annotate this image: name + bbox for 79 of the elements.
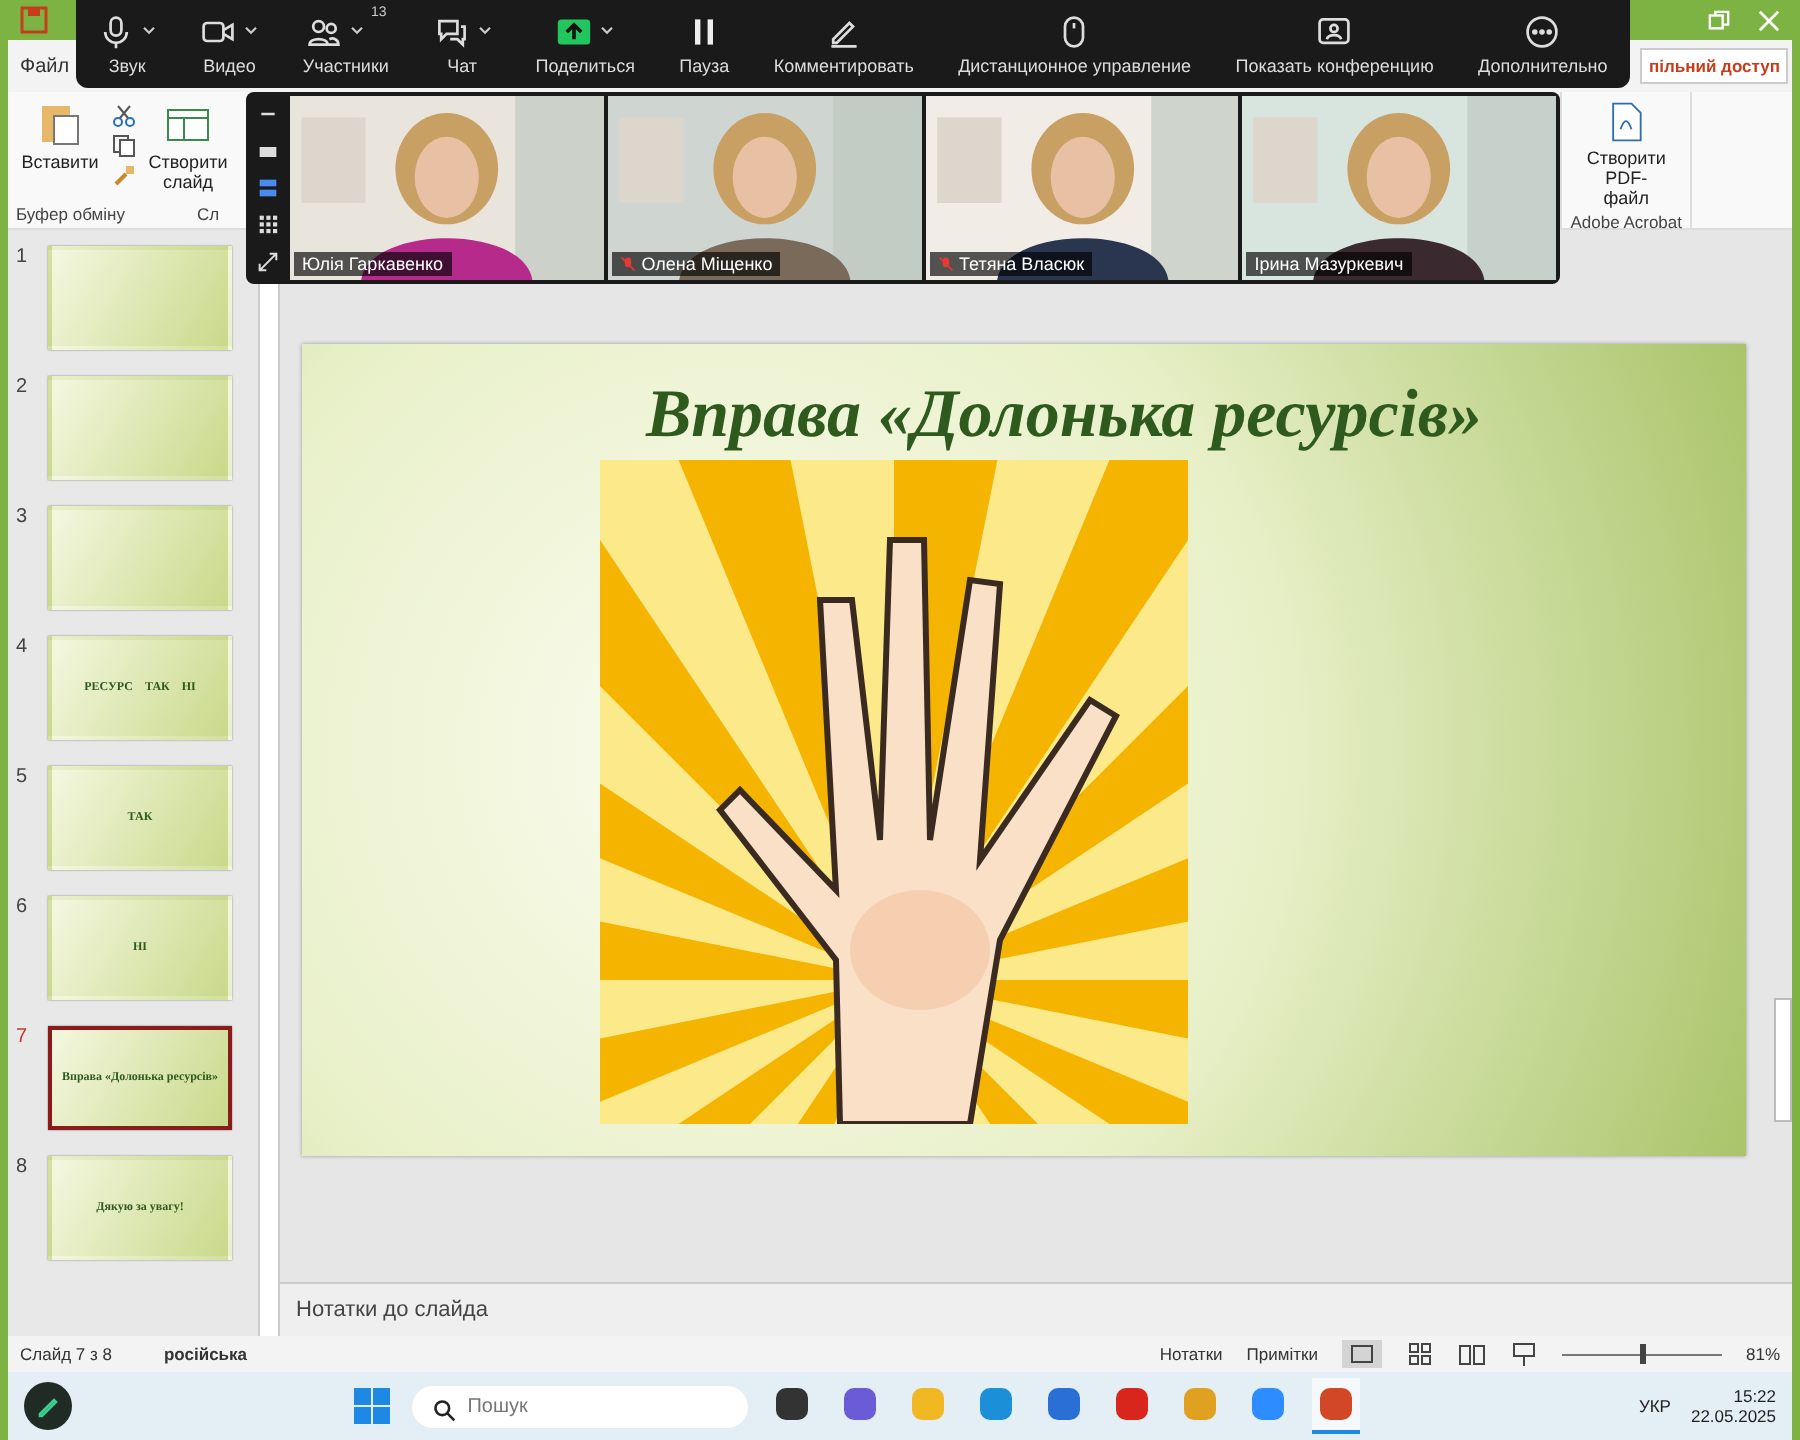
book-icon[interactable] bbox=[1457, 1340, 1486, 1368]
pen-button[interactable] bbox=[24, 1382, 72, 1430]
caret-icon[interactable] bbox=[600, 26, 615, 36]
toolbar-button[interactable]: Дистанционное управление bbox=[958, 13, 1192, 75]
slide-thumbnail[interactable] bbox=[48, 376, 232, 480]
slide-number: 6 bbox=[16, 896, 30, 922]
scrollbar-thumb[interactable] bbox=[1774, 998, 1792, 1122]
search-icon bbox=[431, 1397, 456, 1421]
slide-thumbnail[interactable] bbox=[48, 246, 232, 350]
slide-number: 1 bbox=[16, 246, 30, 272]
slide-thumbnail[interactable] bbox=[48, 506, 232, 610]
slide-number: 8 bbox=[16, 1156, 30, 1182]
normal-view-icon[interactable] bbox=[1341, 1340, 1382, 1368]
paste-button[interactable]: Вставити bbox=[16, 96, 104, 196]
caret-icon[interactable] bbox=[349, 26, 364, 36]
scrollbar[interactable] bbox=[258, 282, 278, 1336]
slide-number: 5 bbox=[16, 766, 30, 792]
toolbar-button[interactable]: Звук bbox=[98, 13, 157, 75]
caret-icon[interactable] bbox=[244, 26, 259, 36]
time-text: 15:22 bbox=[1733, 1386, 1777, 1406]
toolbar-button[interactable]: Поделиться bbox=[535, 13, 635, 75]
clipboard-icon bbox=[36, 100, 84, 148]
grid-view-icon[interactable] bbox=[1405, 1340, 1434, 1368]
app-icon bbox=[771, 1384, 812, 1424]
toolbar-button[interactable]: Дополнительно bbox=[1478, 13, 1608, 75]
toolbar-button[interactable]: Показать конференцию bbox=[1235, 13, 1434, 75]
strip-view-icon[interactable] bbox=[258, 177, 278, 198]
notes-button[interactable]: Нотатки bbox=[1159, 1344, 1223, 1364]
search-field[interactable]: Пошук bbox=[411, 1385, 748, 1427]
share-button[interactable]: пільний доступ bbox=[1640, 48, 1788, 84]
windows-logo-icon[interactable] bbox=[351, 1386, 392, 1426]
app-icon bbox=[1111, 1384, 1152, 1424]
toolbar-button[interactable]: Чат bbox=[433, 13, 492, 75]
date-text: 22.05.2025 bbox=[1690, 1406, 1777, 1426]
person-frame-icon bbox=[1316, 13, 1353, 49]
comments-button[interactable]: Примітки bbox=[1246, 1344, 1318, 1364]
file-tab[interactable]: Файл bbox=[20, 55, 70, 77]
caret-icon[interactable] bbox=[477, 26, 492, 36]
create-pdf-button[interactable]: Створити PDF-файл bbox=[1582, 96, 1671, 212]
slider-thumb[interactable] bbox=[1639, 1344, 1646, 1364]
single-view-icon[interactable] bbox=[258, 141, 278, 162]
toolbar-button[interactable]: Пауза bbox=[679, 13, 730, 75]
presenter-icon[interactable] bbox=[1509, 1340, 1538, 1368]
new-slide-button[interactable]: Створити слайд bbox=[144, 96, 232, 196]
clock[interactable]: 15:22 22.05.2025 bbox=[1690, 1386, 1777, 1426]
language-label[interactable]: російська bbox=[163, 1344, 248, 1364]
language-indicator[interactable]: УКР bbox=[1638, 1396, 1671, 1416]
slide-number: 4 bbox=[16, 636, 30, 662]
app-icon bbox=[975, 1384, 1016, 1424]
slide-number: 7 bbox=[16, 1026, 30, 1052]
app-icon bbox=[839, 1384, 880, 1424]
slide-number: 3 bbox=[16, 506, 30, 532]
grid-view-icon[interactable] bbox=[258, 214, 278, 235]
participant-name: Ірина Мазуркевич bbox=[1254, 254, 1404, 274]
slide-title: Вправа «Долонька ресурсів» bbox=[645, 376, 1483, 456]
slide-count: Слайд 7 з 8 bbox=[20, 1344, 112, 1364]
app-icon bbox=[907, 1384, 948, 1424]
caret-icon[interactable] bbox=[142, 26, 157, 36]
group-label: Adobe Acrobat bbox=[1570, 212, 1682, 232]
zoom-level[interactable]: 81% bbox=[1745, 1344, 1780, 1364]
slide-number: 2 bbox=[16, 376, 30, 402]
app-icon bbox=[1315, 1384, 1356, 1424]
group-label: Сл bbox=[196, 204, 220, 224]
toolbar-button[interactable]: Видео bbox=[200, 13, 259, 75]
scissors-icon[interactable] bbox=[112, 104, 136, 128]
zoom-slider[interactable] bbox=[1561, 1344, 1722, 1364]
copy-icon[interactable] bbox=[112, 134, 136, 158]
app-icon bbox=[1179, 1384, 1220, 1424]
toolbar-button[interactable]: Комментировать bbox=[773, 13, 914, 75]
app-icon bbox=[1043, 1384, 1084, 1424]
app-icon bbox=[1247, 1384, 1288, 1424]
notes-field[interactable]: Нотатки до слайда bbox=[280, 1282, 1792, 1336]
group-label: Буфер обміну bbox=[16, 204, 125, 224]
upload-icon bbox=[556, 13, 593, 49]
participant-name: Юлія Гаркавенко bbox=[302, 254, 444, 274]
participant-name: Тетяна Власюк bbox=[959, 254, 1085, 274]
more-icon bbox=[1524, 13, 1561, 49]
expand-icon[interactable] bbox=[258, 251, 278, 272]
participant-name: Олена Міщенко bbox=[641, 254, 773, 274]
